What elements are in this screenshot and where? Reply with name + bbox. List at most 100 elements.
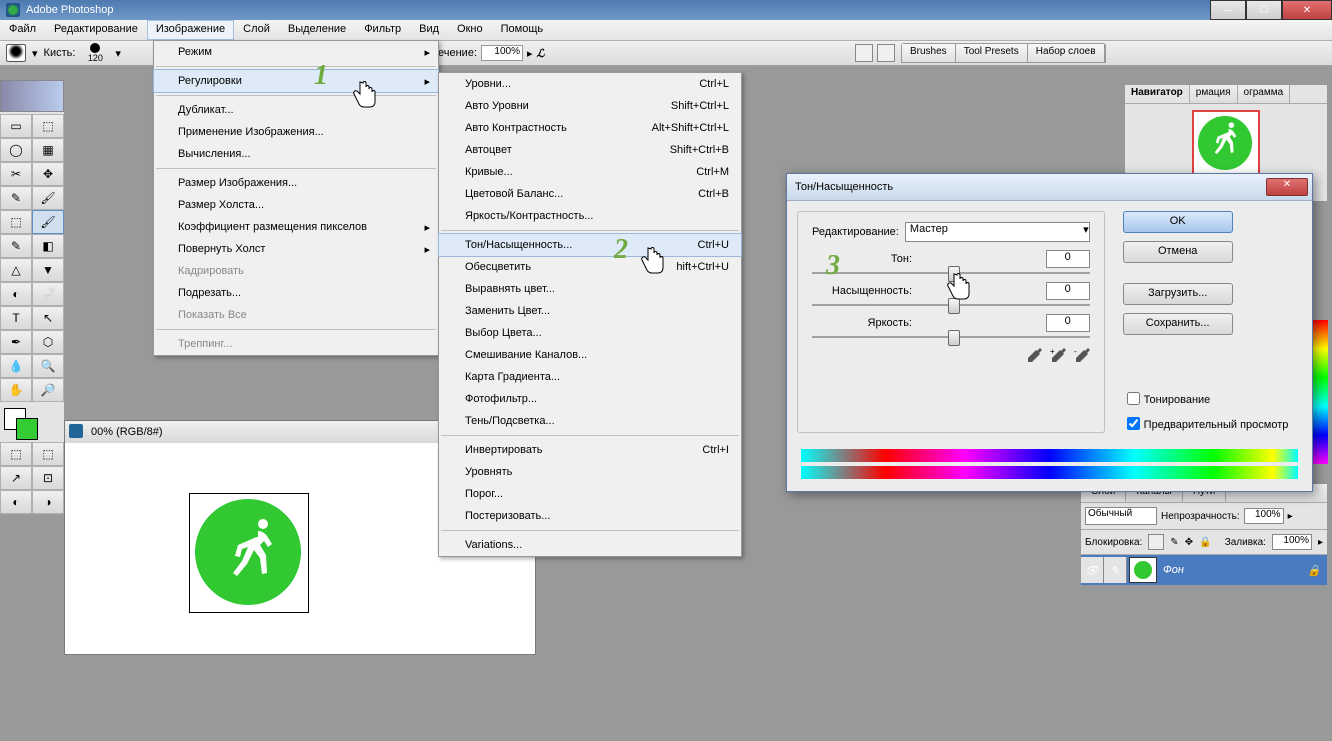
colorize-checkbox[interactable] (1127, 392, 1140, 405)
slider-value[interactable]: 0 (1046, 250, 1090, 268)
menu-item[interactable]: Смешивание Каналов... (439, 344, 741, 366)
visibility-toggle[interactable]: 👁 (1081, 557, 1104, 583)
tool-8[interactable]: ⬚ (0, 210, 32, 234)
menu-item[interactable]: Авто КонтрастностьAlt+Shift+Ctrl+L (439, 117, 741, 139)
lock-all-icon[interactable]: 🔒 (1199, 537, 1211, 548)
close-button[interactable]: ✕ (1282, 0, 1332, 20)
layer-row[interactable]: 👁 ✎ Фон 🔒 (1081, 555, 1327, 585)
opacity-input[interactable]: 100% (1244, 508, 1284, 524)
mode-tool-0[interactable]: ⬚ (0, 442, 32, 466)
slider-value[interactable]: 0 (1046, 282, 1090, 300)
lock-move-icon[interactable]: ✥ (1185, 537, 1193, 548)
menu-item[interactable]: Постеризовать... (439, 505, 741, 527)
tool-19[interactable]: ⬡ (32, 330, 64, 354)
tool-13[interactable]: ▼ (32, 258, 64, 282)
eyedropper-minus-icon[interactable]: - (1074, 348, 1090, 364)
menu-item[interactable]: Авто УровниShift+Ctrl+L (439, 95, 741, 117)
menu-Помощь[interactable]: Помощь (492, 20, 553, 40)
menu-item[interactable]: Размер Изображения... (154, 172, 438, 194)
mode-tool-5[interactable]: ◑ (32, 490, 64, 514)
brush-preset[interactable]: 120 (81, 43, 109, 63)
menu-item[interactable]: Уровни...Ctrl+L (439, 73, 741, 95)
menu-item[interactable]: Цветовой Баланс...Ctrl+B (439, 183, 741, 205)
menu-item[interactable]: Яркость/Контрастность... (439, 205, 741, 227)
airbrush-icon[interactable]: ℒ (537, 47, 545, 60)
tool-15[interactable]: 🩹 (32, 282, 64, 306)
maximize-button[interactable]: ☐ (1246, 0, 1282, 20)
menu-Окно[interactable]: Окно (448, 20, 492, 40)
tool-6[interactable]: ✎ (0, 186, 32, 210)
layer-thumbnail[interactable] (1129, 557, 1157, 583)
menu-Файл[interactable]: Файл (0, 20, 45, 40)
nav-tab[interactable]: рмация (1190, 85, 1238, 103)
dialog-titlebar[interactable]: Тон/Насыщенность ✕ (787, 174, 1312, 201)
tool-23[interactable]: 🔎 (32, 378, 64, 402)
mode-tool-2[interactable]: ↗ (0, 466, 32, 490)
menu-item[interactable]: Коэффициент размещения пикселов▸ (154, 216, 438, 238)
tool-11[interactable]: ◧ (32, 234, 64, 258)
menu-item[interactable]: Уровнять (439, 461, 741, 483)
tool-5[interactable]: ✥ (32, 162, 64, 186)
nav-tab[interactable]: Навигатор (1125, 85, 1190, 103)
tool-21[interactable]: 🔍 (32, 354, 64, 378)
menu-item[interactable]: Тень/Подсветка... (439, 410, 741, 432)
menu-item[interactable]: Дубликат... (154, 99, 438, 121)
mode-tool-3[interactable]: ⊡ (32, 466, 64, 490)
paint-icon[interactable]: ✎ (1104, 557, 1127, 583)
menu-item[interactable]: Вычисления... (154, 143, 438, 165)
menu-Редактирование[interactable]: Редактирование (45, 20, 147, 40)
tool-3[interactable]: ▦ (32, 138, 64, 162)
preview-checkbox[interactable] (1127, 417, 1140, 430)
tool-9[interactable]: 🖌 (32, 210, 64, 234)
slider-value[interactable]: 0 (1046, 314, 1090, 332)
menu-item[interactable]: Подрезать... (154, 282, 438, 304)
blend-mode-select[interactable]: Обычный (1085, 507, 1157, 525)
tab-Набор слоев[interactable]: Набор слоев (1028, 44, 1105, 62)
eyedropper-plus-icon[interactable]: + (1050, 348, 1066, 364)
dialog-close-button[interactable]: ✕ (1266, 178, 1308, 196)
lock-paint-icon[interactable]: ✎ (1170, 537, 1178, 548)
tool-12[interactable]: △ (0, 258, 32, 282)
menu-Фильтр[interactable]: Фильтр (355, 20, 410, 40)
eyedropper-icon[interactable] (1026, 348, 1042, 364)
brush-tool-icon[interactable] (6, 44, 26, 62)
load-button[interactable]: Загрузить... (1123, 283, 1233, 305)
menu-item[interactable]: Карта Градиента... (439, 366, 741, 388)
menu-item[interactable]: Применение Изображения... (154, 121, 438, 143)
menu-Выделение[interactable]: Выделение (279, 20, 355, 40)
menu-item[interactable]: АвтоцветShift+Ctrl+B (439, 139, 741, 161)
menu-item[interactable]: Режим▸ (154, 41, 438, 63)
color-swatches[interactable] (0, 406, 64, 442)
tool-0[interactable]: ▭ (0, 114, 32, 138)
tool-20[interactable]: 💧 (0, 354, 32, 378)
background-color[interactable] (16, 418, 38, 440)
menu-item[interactable]: Кривые...Ctrl+M (439, 161, 741, 183)
flow-input[interactable]: 100% (481, 45, 523, 61)
menu-item[interactable]: Заменить Цвет... (439, 300, 741, 322)
cancel-button[interactable]: Отмена (1123, 241, 1233, 263)
tool-16[interactable]: T (0, 306, 32, 330)
tab-Brushes[interactable]: Brushes (902, 44, 956, 62)
ok-button[interactable]: OK (1123, 211, 1233, 233)
menu-item[interactable]: Повернуть Холст▸ (154, 238, 438, 260)
tool-17[interactable]: ↖ (32, 306, 64, 330)
menu-Вид[interactable]: Вид (410, 20, 448, 40)
slider-thumb[interactable] (948, 330, 960, 346)
fill-input[interactable]: 100% (1272, 534, 1312, 550)
menu-item[interactable]: Порог... (439, 483, 741, 505)
menu-item[interactable]: Тон/Насыщенность...Ctrl+U (438, 233, 742, 257)
menu-item[interactable]: Размер Холста... (154, 194, 438, 216)
menu-item[interactable]: Регулировки▸ (153, 69, 439, 93)
tool-2[interactable]: ◯ (0, 138, 32, 162)
tab-Tool Presets[interactable]: Tool Presets (956, 44, 1028, 62)
lock-transparency-icon[interactable] (1148, 534, 1164, 550)
edit-select[interactable]: Мастер▾ (905, 222, 1090, 242)
mode-tool-1[interactable]: ⬚ (32, 442, 64, 466)
slider-track[interactable] (812, 304, 1090, 306)
navigator-thumbnail[interactable] (1192, 110, 1260, 178)
tool-7[interactable]: 🖌 (32, 186, 64, 210)
menu-item[interactable]: Обесцветитьhift+Ctrl+U (439, 256, 741, 278)
menu-item[interactable]: Выравнять цвет... (439, 278, 741, 300)
mode-tool-4[interactable]: ◐ (0, 490, 32, 514)
tool-4[interactable]: ✂ (0, 162, 32, 186)
